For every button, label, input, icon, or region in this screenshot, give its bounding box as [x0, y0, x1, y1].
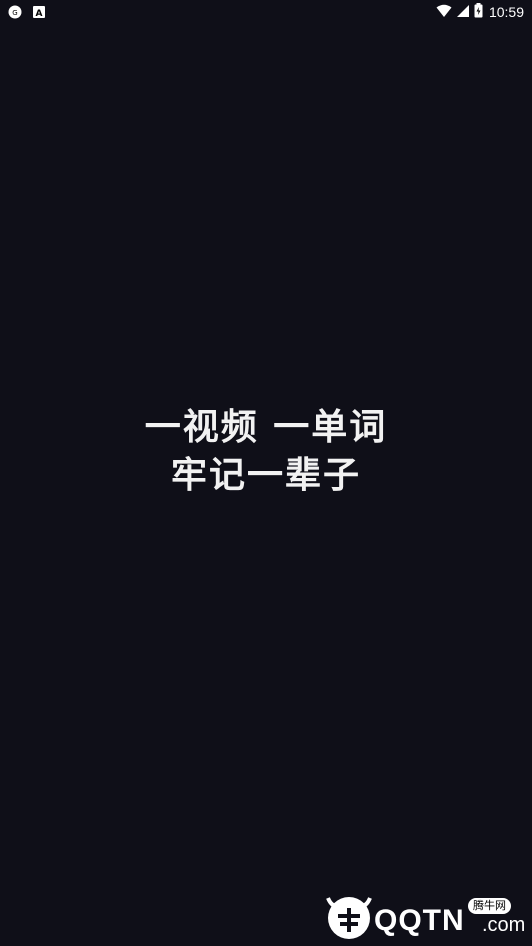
splash-slogan: 一视频 一单词 牢记一辈子 [0, 404, 532, 500]
text-a-icon: A [32, 5, 46, 19]
compass-icon: G [8, 5, 22, 19]
slogan-line-2: 牢记一辈子 [170, 455, 361, 496]
site-watermark: QQTN .com 腾牛网 [322, 890, 527, 942]
signal-icon [456, 3, 470, 22]
status-right: 10:59 [436, 2, 524, 22]
watermark-suffix: .com [482, 914, 526, 936]
watermark-main: QQTN [374, 904, 465, 937]
status-left: G A [8, 5, 46, 19]
svg-text:A: A [36, 9, 43, 18]
status-bar: G A 10:59 [0, 0, 532, 24]
wifi-icon [436, 3, 452, 22]
watermark-badge: 腾牛网 [468, 898, 511, 914]
slogan-line-1: 一视频 一单词 [144, 407, 388, 448]
bull-logo-icon [322, 892, 376, 940]
battery-icon [474, 2, 483, 22]
status-time: 10:59 [488, 4, 524, 20]
svg-text:G: G [12, 9, 17, 17]
